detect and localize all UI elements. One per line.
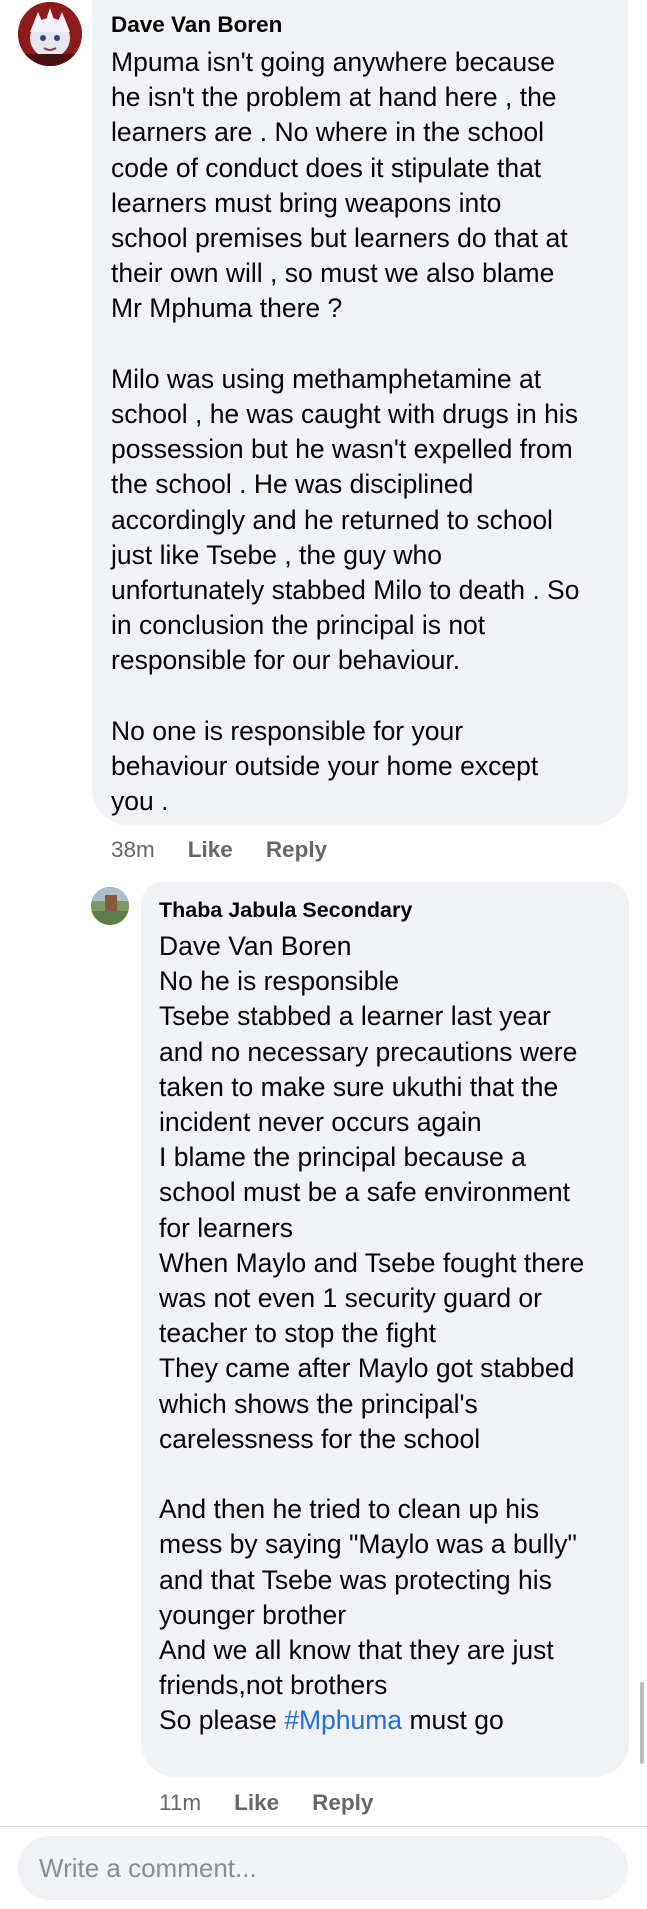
reply-text-suffix: must go (402, 1705, 504, 1736)
reply-text-prefix: So please (159, 1705, 285, 1736)
reply-author[interactable]: Thaba Jabula Secondary (159, 897, 615, 923)
reply-button[interactable]: Reply (312, 1790, 373, 1816)
avatar-dave-van-boren[interactable] (18, 2, 82, 66)
reply-actions: 11m Like Reply (159, 1788, 373, 1818)
reply-button[interactable]: Reply (266, 837, 327, 863)
avatar-image (18, 2, 82, 66)
comment-author[interactable]: Dave Van Boren (111, 12, 608, 38)
comment-actions: 38m Like Reply (111, 835, 327, 865)
scrollbar[interactable] (640, 1682, 644, 1764)
reply-text: Dave Van Boren No he is responsible Tseb… (159, 931, 585, 1701)
avatar-image (91, 887, 129, 925)
comment-input[interactable]: Write a comment... (18, 1836, 628, 1900)
comment-timestamp[interactable]: 38m (111, 837, 155, 863)
reply-bubble: Thaba Jabula Secondary Dave Van Boren No… (141, 882, 629, 1777)
divider (0, 1826, 647, 1827)
comment-bubble: Dave Van Boren Mpuma isn't going anywher… (92, 0, 628, 825)
hashtag-link[interactable]: #Mphuma (284, 1705, 402, 1735)
comment-thread: Dave Van Boren Mpuma isn't going anywher… (0, 0, 647, 1909)
reply-timestamp[interactable]: 11m (159, 1790, 201, 1816)
comment-input-placeholder: Write a comment... (39, 1852, 257, 1883)
reply-last-line: So please #Mphuma must go (159, 1703, 615, 1738)
like-button[interactable]: Like (234, 1790, 279, 1816)
like-button[interactable]: Like (188, 837, 233, 863)
avatar-thaba-jabula-secondary[interactable] (91, 887, 129, 925)
comment-text: Mpuma isn't going anywhere because he is… (111, 47, 580, 817)
